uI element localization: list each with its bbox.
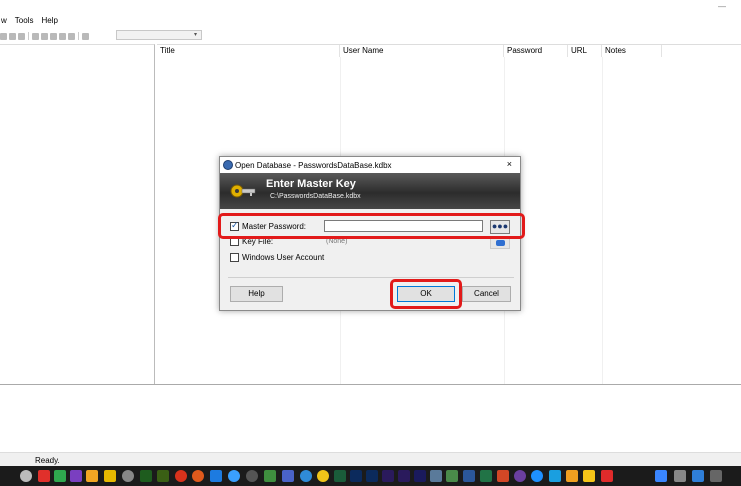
edit-entry-icon[interactable] xyxy=(41,32,48,40)
network-icon[interactable] xyxy=(692,470,704,482)
app-icon[interactable] xyxy=(210,470,222,482)
column-header-password[interactable]: Password xyxy=(504,45,568,57)
app-icon[interactable] xyxy=(70,470,82,482)
app-icon[interactable] xyxy=(601,470,613,482)
ok-highlight-box xyxy=(390,279,462,309)
notification-icon[interactable] xyxy=(710,470,722,482)
dialog-banner: Enter Master Key C:\PasswordsDataBase.kd… xyxy=(220,173,520,209)
app-icon[interactable] xyxy=(514,470,526,482)
dialog-title-bar: Open Database - PasswordsDataBase.kdbx × xyxy=(220,157,520,173)
copy-icon[interactable] xyxy=(68,32,75,40)
app-icon[interactable] xyxy=(264,470,276,482)
toolbar-separator xyxy=(78,32,79,40)
quick-search-combo[interactable]: ▾ xyxy=(116,30,202,40)
app-icon[interactable] xyxy=(246,470,258,482)
chevron-down-icon: ▾ xyxy=(193,32,197,38)
group-tree[interactable] xyxy=(0,44,155,384)
app-icon[interactable] xyxy=(382,470,394,482)
app-icon[interactable] xyxy=(192,470,204,482)
app-icon[interactable] xyxy=(366,470,378,482)
app-icon[interactable] xyxy=(228,470,240,482)
app-icon[interactable] xyxy=(430,470,442,482)
menu-bar: w Tools Help xyxy=(0,16,59,25)
windows-account-label: Windows User Account xyxy=(242,253,325,262)
column-divider xyxy=(602,57,603,384)
app-icon[interactable] xyxy=(54,470,66,482)
app-icon[interactable] xyxy=(157,470,169,482)
dialog-title: Open Database - PasswordsDataBase.kdbx xyxy=(235,161,392,170)
sync-icon[interactable] xyxy=(18,32,25,40)
help-button[interactable]: Help xyxy=(230,286,283,302)
settings-icon[interactable] xyxy=(20,470,32,482)
app-icon[interactable] xyxy=(480,470,492,482)
column-header-title[interactable]: Title xyxy=(157,45,340,57)
save-icon[interactable] xyxy=(9,32,16,40)
app-icon[interactable] xyxy=(317,470,329,482)
toolbar-separator xyxy=(28,32,29,40)
chat-icon[interactable] xyxy=(655,470,667,482)
app-icon[interactable] xyxy=(549,470,561,482)
windows-account-checkbox[interactable] xyxy=(230,253,239,262)
app-icon[interactable] xyxy=(300,470,312,482)
app-icon[interactable] xyxy=(497,470,509,482)
app-icon[interactable] xyxy=(86,470,98,482)
app-icon[interactable] xyxy=(446,470,458,482)
app-icon[interactable] xyxy=(140,470,152,482)
lock-icon[interactable] xyxy=(82,32,89,40)
keyboard-icon[interactable] xyxy=(674,470,686,482)
app-icon[interactable] xyxy=(334,470,346,482)
password-highlight-box xyxy=(218,213,525,239)
column-header-username[interactable]: User Name xyxy=(340,45,504,57)
app-icon[interactable] xyxy=(414,470,426,482)
find-icon[interactable] xyxy=(59,32,66,40)
app-icon[interactable] xyxy=(38,470,50,482)
status-bar: Ready. xyxy=(0,452,741,466)
app-icon[interactable] xyxy=(350,470,362,482)
app-icon[interactable] xyxy=(463,470,475,482)
column-header-notes[interactable]: Notes xyxy=(602,45,662,57)
dialog-separator xyxy=(228,277,514,278)
delete-entry-icon[interactable] xyxy=(50,32,57,40)
banner-title: Enter Master Key xyxy=(266,178,356,190)
taskbar xyxy=(0,466,741,486)
cancel-button[interactable]: Cancel xyxy=(462,286,511,302)
app-icon[interactable] xyxy=(282,470,294,482)
app-icon[interactable] xyxy=(122,470,134,482)
status-text: Ready. xyxy=(35,456,60,465)
banner-path: C:\PasswordsDataBase.kdbx xyxy=(270,193,361,200)
app-icon[interactable] xyxy=(398,470,410,482)
add-entry-icon[interactable] xyxy=(32,32,39,40)
open-database-dialog: Open Database - PasswordsDataBase.kdbx ×… xyxy=(218,156,525,311)
app-icon[interactable] xyxy=(531,470,543,482)
app-icon[interactable] xyxy=(566,470,578,482)
app-icon[interactable] xyxy=(104,470,116,482)
keepass-lock-icon xyxy=(223,160,233,170)
key-icon xyxy=(230,184,256,198)
menu-help[interactable]: Help xyxy=(40,16,58,25)
folder-icon[interactable] xyxy=(583,470,595,482)
app-icon[interactable] xyxy=(175,470,187,482)
close-button[interactable]: × xyxy=(507,159,512,169)
entry-details-pane xyxy=(0,384,741,452)
open-icon[interactable] xyxy=(0,32,7,40)
windows-account-row: Windows User Account xyxy=(230,253,324,262)
menu-tools[interactable]: Tools xyxy=(14,16,35,25)
minimize-button[interactable]: — xyxy=(718,2,726,11)
column-header-url[interactable]: URL xyxy=(568,45,602,57)
menu-view[interactable]: w xyxy=(0,16,8,25)
